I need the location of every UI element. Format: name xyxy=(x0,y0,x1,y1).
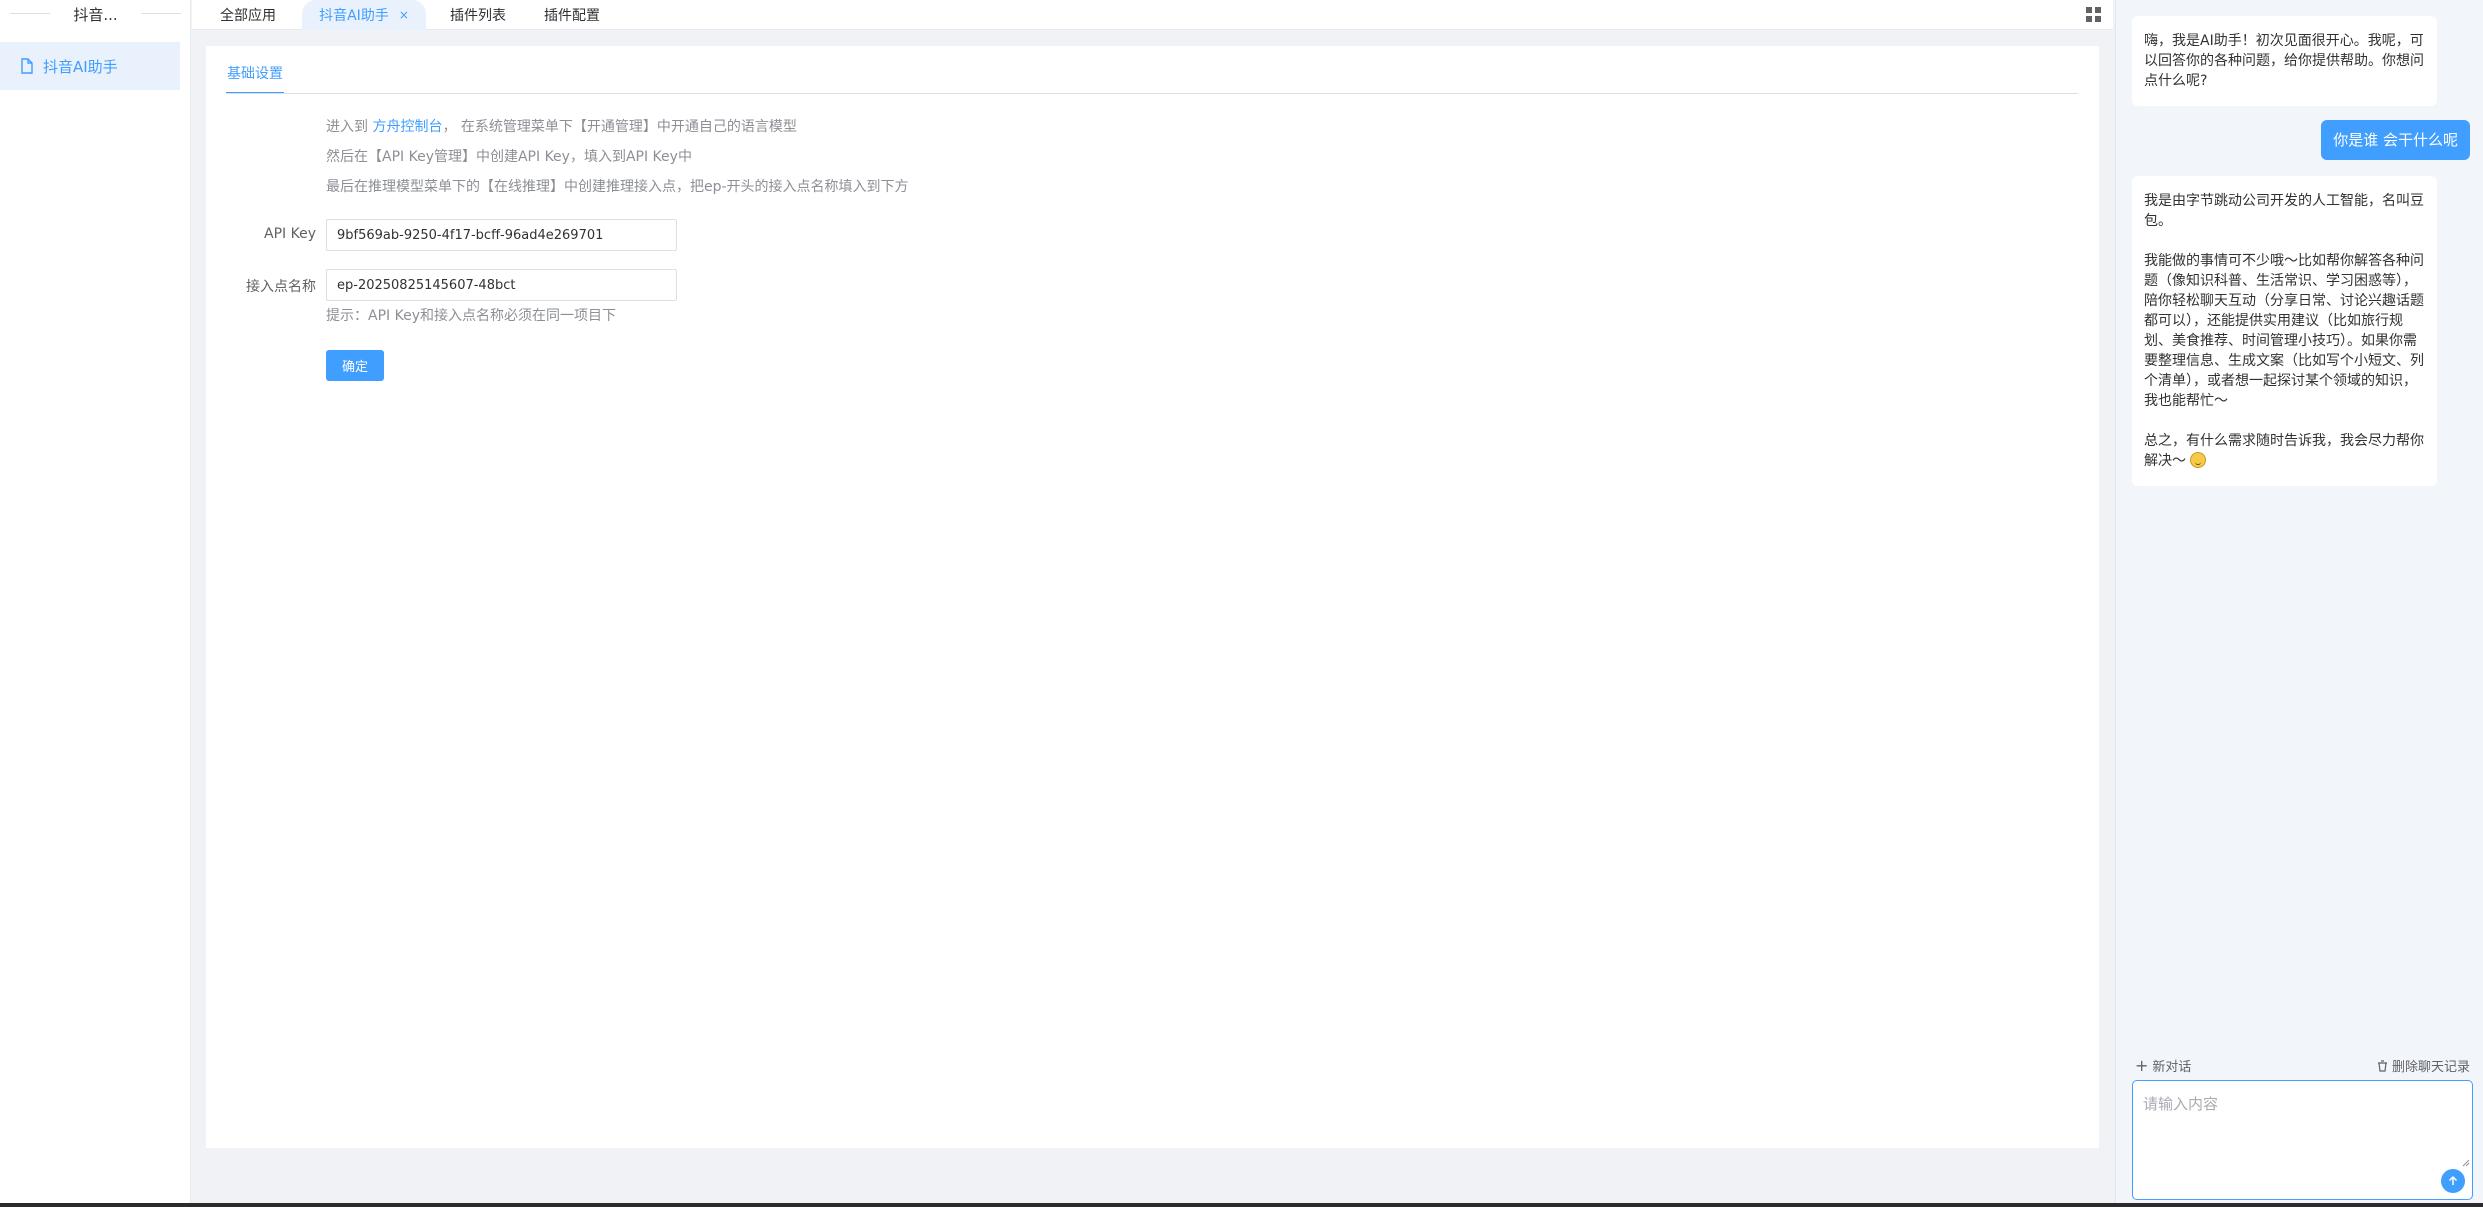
instruction-text: ， 在系统管理菜单下【开通管理】中开通自己的语言模型 xyxy=(442,119,797,135)
user-message: 你是谁 会干什么呢 xyxy=(2321,120,2470,160)
sidebar-title: 抖音... xyxy=(73,5,118,24)
tab-bar: 全部应用 抖音AI助手 × 插件列表 插件配置 xyxy=(192,0,2113,30)
bottom-bar xyxy=(0,1203,2483,1207)
instruction-line-3: 最后在推理模型菜单下的【在线推理】中创建推理接入点，把ep-开头的接入点名称填入… xyxy=(326,179,909,195)
new-chat-label: 新对话 xyxy=(2152,1060,2192,1075)
instruction-line-1: 进入到 方舟控制台， 在系统管理菜单下【开通管理】中开通自己的语言模型 xyxy=(326,116,797,136)
tab-douyin-ai-assistant[interactable]: 抖音AI助手 × xyxy=(302,0,426,30)
sidebar-item-label: 抖音AI助手 xyxy=(43,57,118,76)
tab-label: 插件列表 xyxy=(450,8,506,24)
tab-basic-settings[interactable]: 基础设置 xyxy=(226,63,284,94)
subtab-divider xyxy=(226,93,2078,94)
chat-input-box xyxy=(2132,1080,2473,1200)
tab-label: 插件配置 xyxy=(544,8,600,24)
sidebar-title-rule-left xyxy=(10,13,50,14)
new-chat-button[interactable]: + 新对话 xyxy=(2135,1056,2191,1075)
api-key-label: API Key xyxy=(264,226,316,242)
message-paragraph: 我是由字节跳动公司开发的人工智能，名叫豆包。 xyxy=(2144,193,2424,229)
chat-panel: 嗨，我是AI助手！初次见面很开心。我呢，可以回答你的各种问题，给你提供帮助。你想… xyxy=(2115,0,2483,1207)
form-hint: 提示：API Key和接入点名称必须在同一项目下 xyxy=(326,308,616,324)
message-paragraph: 总之，有什么需求随时告诉我，我会尽力帮你解决～ xyxy=(2144,431,2425,471)
instruction-line-2: 然后在【API Key管理】中创建API Key，填入到API Key中 xyxy=(326,149,692,165)
chat-input[interactable] xyxy=(2133,1081,2472,1163)
chat-actions: + 新对话 删除聊天记录 xyxy=(2135,1056,2470,1075)
ark-console-link[interactable]: 方舟控制台 xyxy=(372,119,442,135)
sidebar-item-douyin-ai-assistant[interactable]: 抖音AI助手 xyxy=(0,42,180,90)
arrow-up-icon xyxy=(2448,1175,2458,1185)
smile-emoji-icon xyxy=(2190,452,2207,468)
message-paragraph: 我能做的事情可不少哦～比如帮你解答各种问题（像知识科普、生活常识、学习困惑等），… xyxy=(2144,253,2424,409)
message-text: 你是谁 会干什么呢 xyxy=(2333,131,2458,149)
endpoint-input[interactable] xyxy=(326,269,677,301)
document-icon xyxy=(21,58,33,74)
confirm-button[interactable]: 确定 xyxy=(326,350,384,381)
ai-message: 我是由字节跳动公司开发的人工智能，名叫豆包。 我能做的事情可不少哦～比如帮你解答… xyxy=(2132,176,2437,486)
endpoint-label: 接入点名称 xyxy=(246,279,316,295)
tab-label: 全部应用 xyxy=(220,8,276,24)
grid-icon[interactable] xyxy=(2086,7,2101,22)
ai-message: 嗨，我是AI助手！初次见面很开心。我呢，可以回答你的各种问题，给你提供帮助。你想… xyxy=(2132,16,2437,106)
message-text: 嗨，我是AI助手！初次见面很开心。我呢，可以回答你的各种问题，给你提供帮助。你想… xyxy=(2144,33,2424,89)
delete-chat-history-button[interactable]: 删除聊天记录 xyxy=(2377,1056,2470,1075)
message-text: 总之，有什么需求随时告诉我，我会尽力帮你解决～ xyxy=(2144,433,2424,469)
delete-chat-label: 删除聊天记录 xyxy=(2391,1060,2470,1075)
instruction-text: 进入到 xyxy=(326,119,373,135)
sidebar-title-rule-right xyxy=(141,13,181,14)
api-key-input[interactable] xyxy=(326,219,677,251)
plus-icon: + xyxy=(2135,1055,2149,1075)
resize-grip-icon[interactable] xyxy=(2462,1159,2470,1167)
send-button[interactable] xyxy=(2441,1169,2465,1193)
tab-plugin-list[interactable]: 插件列表 xyxy=(444,0,512,30)
app-root: 抖音... 抖音AI助手 全部应用 抖音AI助手 × 插件列表 插件配置 基础设… xyxy=(0,0,2483,1207)
tab-label: 抖音AI助手 xyxy=(319,8,389,24)
sidebar-header: 抖音... xyxy=(0,0,191,28)
tab-all-apps[interactable]: 全部应用 xyxy=(214,0,282,30)
close-icon[interactable]: × xyxy=(399,8,409,22)
sidebar: 抖音... 抖音AI助手 xyxy=(0,0,191,1207)
main-panel: 基础设置 进入到 方舟控制台， 在系统管理菜单下【开通管理】中开通自己的语言模型… xyxy=(206,46,2099,1148)
tab-plugin-config[interactable]: 插件配置 xyxy=(538,0,606,30)
trash-icon xyxy=(2377,1059,2387,1072)
